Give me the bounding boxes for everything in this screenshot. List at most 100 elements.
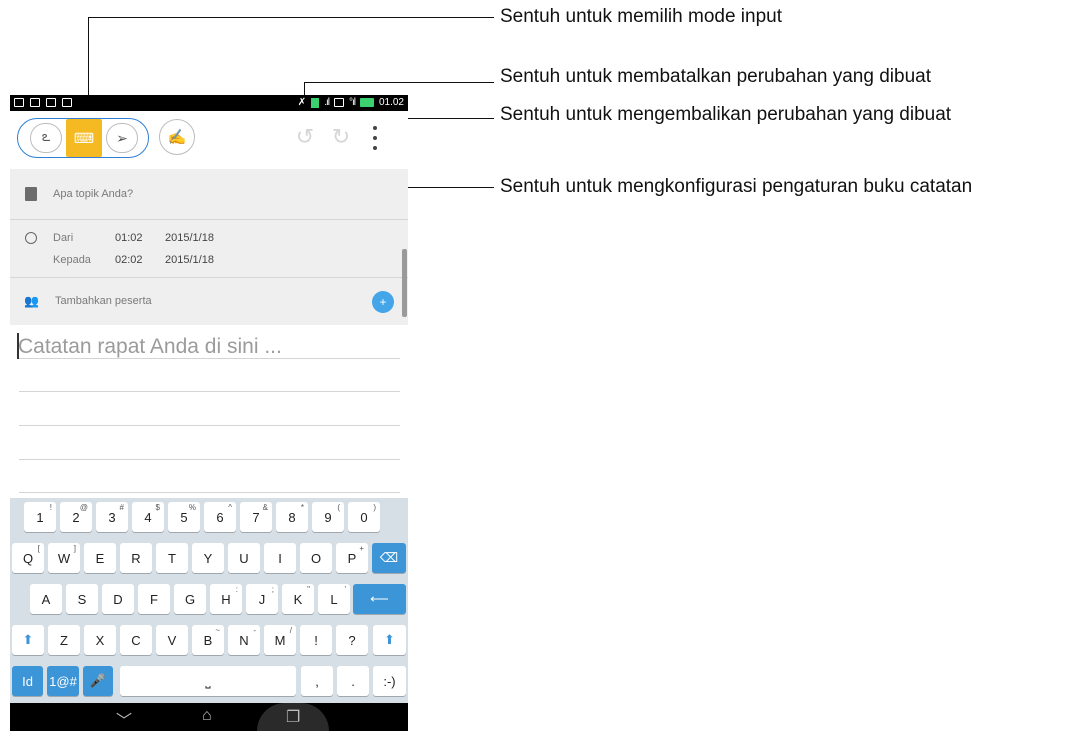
- key-label: S: [77, 591, 87, 607]
- key-label: V: [167, 632, 177, 648]
- key-y[interactable]: Y: [192, 543, 224, 573]
- key-n[interactable]: N-: [228, 625, 260, 655]
- from-date[interactable]: 2015/1/18: [165, 232, 214, 244]
- key-label: Q: [22, 550, 34, 566]
- participants-input[interactable]: Tambahkan peserta: [55, 295, 152, 307]
- key-label: O: [310, 550, 322, 566]
- key-g[interactable]: G: [174, 584, 206, 614]
- backspace-key[interactable]: ⌫: [372, 543, 406, 573]
- key-0[interactable]: 0): [348, 502, 380, 532]
- key-m[interactable]: M /: [264, 625, 296, 655]
- key-label: T: [168, 550, 176, 566]
- symbols-key-label: 1@#: [49, 673, 77, 689]
- to-time[interactable]: 02:02: [115, 254, 143, 266]
- draw-mode-button[interactable]: ➢: [106, 123, 138, 153]
- more-options-button[interactable]: [369, 126, 381, 150]
- key-o[interactable]: O: [300, 543, 332, 573]
- key-j[interactable]: J;: [246, 584, 278, 614]
- key-d[interactable]: D: [102, 584, 134, 614]
- add-participant-button[interactable]: +: [372, 291, 394, 313]
- key-t[interactable]: T: [156, 543, 188, 573]
- key-x[interactable]: X: [84, 625, 116, 655]
- backspace-icon: ⌫: [379, 550, 399, 565]
- key-e[interactable]: E: [84, 543, 116, 573]
- topic-row[interactable]: Apa topik Anda?: [10, 169, 408, 220]
- key-3[interactable]: 3 #: [96, 502, 128, 532]
- key-secondary-label: $: [155, 503, 160, 512]
- key-9[interactable]: 9(: [312, 502, 344, 532]
- key-label: L: [330, 591, 338, 607]
- key-secondary-label: ": [307, 585, 310, 594]
- key-s[interactable]: S: [66, 584, 98, 614]
- key-label: M: [274, 632, 286, 648]
- key-c[interactable]: C: [120, 625, 152, 655]
- key-r[interactable]: R: [120, 543, 152, 573]
- key-4[interactable]: 4 $: [132, 502, 164, 532]
- scrollbar-thumb[interactable]: [402, 249, 407, 317]
- calendar-icon: [14, 98, 24, 107]
- key-f[interactable]: F: [138, 584, 170, 614]
- shift-key-left[interactable]: ⬆: [12, 625, 44, 655]
- key-secondary-label: %: [188, 503, 196, 512]
- input-mode-selector[interactable]: ఽ ⌨ ➢: [17, 118, 149, 158]
- enter-key[interactable]: ⟵: [353, 584, 406, 614]
- participants-row[interactable]: 👥 Tambahkan peserta +: [10, 278, 408, 325]
- redo-button[interactable]: ↻: [328, 124, 354, 150]
- key-label: A: [41, 591, 51, 607]
- to-date[interactable]: 2015/1/18: [165, 254, 214, 266]
- handwriting-icon: ఽ: [41, 128, 51, 144]
- key-secondary-label: ]: [73, 544, 76, 553]
- home-icon[interactable]: ⌂: [202, 707, 212, 725]
- key-v[interactable]: V: [156, 625, 188, 655]
- topic-input[interactable]: Apa topik Anda?: [53, 188, 133, 200]
- symbols-key[interactable]: 1@#: [47, 666, 79, 696]
- key-2[interactable]: 2 @: [60, 502, 92, 532]
- key-6[interactable]: 6 ^: [204, 502, 236, 532]
- keyboard-mode-button[interactable]: ⌨: [66, 119, 102, 157]
- key-?[interactable]: ?: [336, 625, 368, 655]
- key-label: 6: [216, 509, 224, 525]
- key-p[interactable]: P +: [336, 543, 368, 573]
- key-5[interactable]: 5%: [168, 502, 200, 532]
- from-time[interactable]: 01:02: [115, 232, 143, 244]
- on-screen-keyboard: Id 1@# 🎤 ⎵ , . :-) ⌫ ⟵ ⬆ ⬆ 1 ! 2 @ 3 # 4…: [10, 498, 408, 703]
- key-7[interactable]: 7 &: [240, 502, 272, 532]
- undo-icon: ↺: [295, 124, 315, 149]
- key-h[interactable]: H:: [210, 584, 242, 614]
- key-k[interactable]: K ": [282, 584, 314, 614]
- space-key[interactable]: ⎵: [120, 666, 296, 696]
- key-q[interactable]: Q[: [12, 543, 44, 573]
- back-icon[interactable]: ﹀: [116, 707, 132, 731]
- shift-key-right[interactable]: ⬆: [373, 625, 406, 655]
- key-label: R: [131, 550, 141, 566]
- recent-apps-icon[interactable]: ❐: [286, 707, 300, 727]
- key-label: 9: [324, 509, 332, 525]
- pen-settings-button[interactable]: ✍: [159, 119, 195, 155]
- key-1[interactable]: 1!: [24, 502, 56, 532]
- keyboard-icon: ⌨: [73, 129, 95, 146]
- ruled-line: [19, 425, 400, 426]
- to-label: Kepada: [53, 254, 91, 266]
- key-l[interactable]: L ': [318, 584, 350, 614]
- voice-input-key[interactable]: 🎤: [83, 666, 113, 696]
- key-label: Y: [203, 550, 213, 566]
- period-key[interactable]: .: [337, 666, 369, 696]
- key-8[interactable]: 8 *: [276, 502, 308, 532]
- comma-key[interactable]: ,: [301, 666, 333, 696]
- key-w[interactable]: W]: [48, 543, 80, 573]
- key-label: E: [95, 550, 105, 566]
- key-b[interactable]: B ~: [192, 625, 224, 655]
- handwriting-mode-button[interactable]: ఽ: [30, 123, 62, 153]
- navigation-bar: ﹀ ⌂ ❐: [10, 703, 408, 731]
- key-i[interactable]: I: [264, 543, 296, 573]
- undo-button[interactable]: ↺: [292, 124, 318, 150]
- emoji-key[interactable]: :-): [373, 666, 406, 696]
- key-z[interactable]: Z: [48, 625, 80, 655]
- key-![interactable]: !: [300, 625, 332, 655]
- key-secondary-label: ': [344, 585, 346, 594]
- key-a[interactable]: A: [30, 584, 62, 614]
- notes-area[interactable]: Catatan rapat Anda di sini ...: [10, 325, 408, 505]
- key-u[interactable]: U: [228, 543, 260, 573]
- language-key[interactable]: Id: [12, 666, 43, 696]
- key-label: U: [239, 550, 249, 566]
